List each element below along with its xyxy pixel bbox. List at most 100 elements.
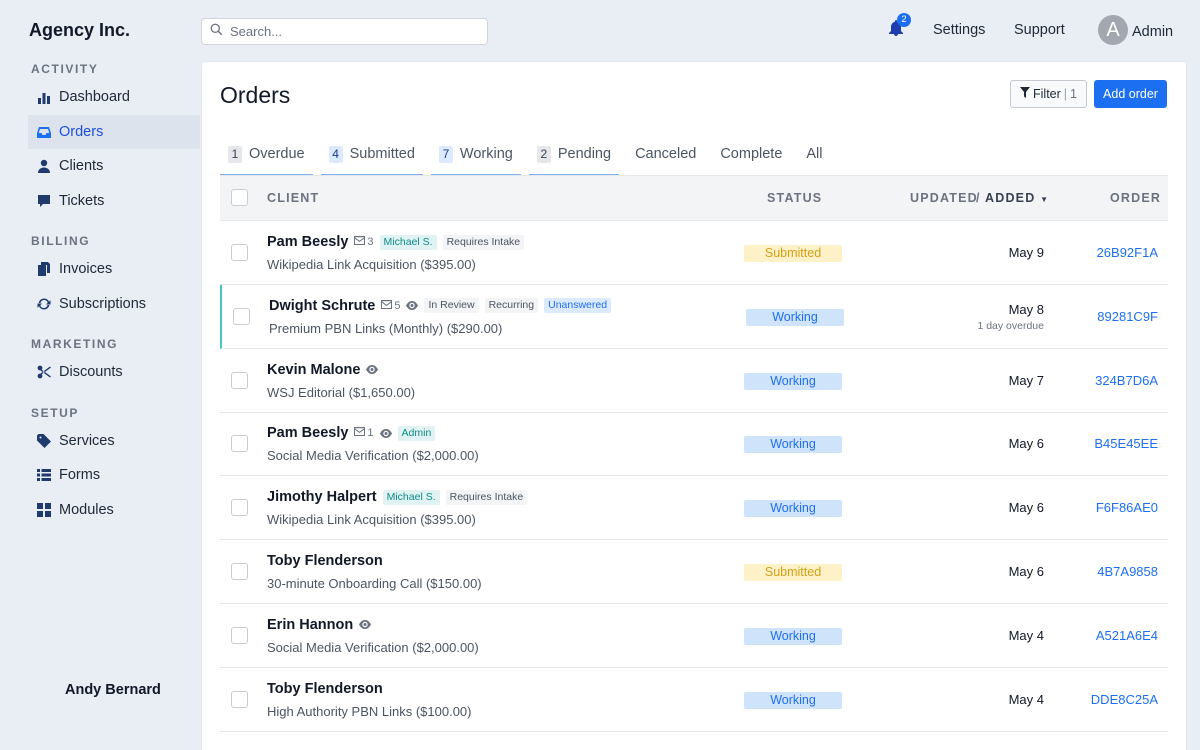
invoice-icon [37,262,51,277]
row-checkbox[interactable] [231,499,248,517]
sidebar-item-label: Discounts [59,364,123,381]
status-badge: Working [744,691,842,709]
orders-panel: Orders Filter | 1 Add order 1 Overdue 4 Sub… [202,62,1186,750]
table-row[interactable]: Jimothy Halpert Michael S. Requires Intake… [220,476,1168,541]
sidebar-item-label: Services [59,432,115,449]
filter-separator: | [1063,87,1068,101]
message-count: 1 [354,427,374,439]
order-id-link[interactable]: F6F86AE0 [1096,500,1158,515]
order-id-link[interactable]: DDE8C25A [1091,692,1158,707]
client-line: Kevin Malone [267,362,379,378]
table-row[interactable]: Toby Flenderson High Authority PBN Links … [220,668,1168,732]
updated-date: May 7 [1008,372,1044,388]
column-header-client[interactable]: CLIENT [267,191,319,205]
row-checkbox[interactable] [231,371,248,389]
brand-logo[interactable]: Agency Inc. [29,20,130,41]
support-link[interactable]: Support [1014,22,1065,38]
order-id-link[interactable]: 4B7A9858 [1097,564,1158,579]
sidebar-item-clients[interactable]: Clients [28,149,200,184]
inbox-icon [37,125,51,139]
tab-overdue[interactable]: 1 Overdue [220,146,313,176]
sidebar-item-modules[interactable]: Modules [28,493,200,528]
select-all-checkbox[interactable] [231,189,248,206]
service-description: Premium PBN Links (Monthly) ($290.00) [269,320,503,336]
add-order-button[interactable]: Add order [1094,80,1167,108]
sidebar-item-forms[interactable]: Forms [28,458,200,493]
order-id-link[interactable]: 26B92F1A [1097,245,1158,260]
client-name[interactable]: Toby Flenderson [267,553,383,569]
order-id-link[interactable]: A521A6E4 [1096,628,1158,643]
sidebar-item-label: Clients [59,158,104,175]
tab-submitted[interactable]: 4 Submitted [320,146,423,176]
tab-all[interactable]: All [798,146,830,176]
row-checkbox[interactable] [231,435,248,453]
tab-label: Submitted [349,146,415,162]
client-name[interactable]: Jimothy Halpert [267,489,377,505]
tab-count-badge: 4 [328,146,343,163]
client-name[interactable]: Pam Beesly [267,425,348,441]
row-checkbox[interactable] [231,244,248,261]
table-row[interactable]: Pam Beesly 3 Michael S. Requires Intake Wiki… [220,221,1168,285]
table-row[interactable]: Dwight Schrute 5 In Review Recurring Unanswe… [220,284,1168,349]
service-description: Wikipedia Link Acquisition ($395.00) [267,512,476,528]
client-name[interactable]: Dwight Schrute [269,298,375,314]
tab-complete[interactable]: Complete [712,146,790,176]
tab-canceled[interactable]: Canceled [627,146,704,176]
filter-button[interactable]: Filter | 1 [1010,80,1087,108]
order-tag: Unanswered [544,298,612,314]
sidebar-item-dashboard[interactable]: Dashboard [28,80,200,115]
status-badge: Working [746,308,844,326]
tab-count-badge: 2 [536,146,551,163]
search-box[interactable] [201,18,488,45]
order-id-link[interactable]: B45E45EE [1094,436,1158,451]
filter-count: 1 [1070,87,1077,101]
updated-date: May 4 [1008,691,1044,707]
sidebar-item-label: Tickets [59,192,105,209]
envelope-icon [354,236,366,248]
page-title: Orders [220,82,291,108]
tab-working[interactable]: 7 Working [430,146,521,176]
sidebar-item-invoices[interactable]: Invoices [28,252,200,287]
sidebar-item-orders[interactable]: Orders [28,114,200,149]
client-name[interactable]: Erin Hannon [267,617,353,633]
tab-label: Pending [557,146,612,162]
table-row[interactable]: Toby Flenderson 30-minute Onboarding Call… [220,540,1168,604]
row-checkbox[interactable] [231,690,248,708]
tab-pending[interactable]: 2 Pending [528,146,620,176]
order-id-link[interactable]: 324B7D6A [1095,373,1158,388]
sort-caret-icon: ▼ [1040,195,1050,204]
column-header-order[interactable]: ORDER [1110,191,1161,205]
table-row[interactable]: Kevin Malone WSJ Editorial ($1,650.00) Wor… [220,349,1168,413]
table-row[interactable]: Erin Hannon Social Media Verification ($2… [220,604,1168,668]
column-header-updated[interactable]: UPDATED [910,191,978,205]
row-checkbox[interactable] [233,307,250,325]
user-menu-label[interactable]: Admin [1132,24,1173,40]
sidebar-item-tickets[interactable]: Tickets [28,184,200,219]
order-id-link[interactable]: 89281C9F [1097,309,1158,324]
column-header-status[interactable]: STATUS [767,191,822,205]
avatar[interactable]: A [1098,15,1128,45]
sidebar-item-subscriptions[interactable]: Subscriptions [28,287,200,322]
list-icon [37,468,51,482]
sidebar-item-discounts[interactable]: Discounts [28,355,200,390]
client-name[interactable]: Toby Flenderson [267,681,383,697]
table-row[interactable]: Pam Beesly 1 Admin Social Media Verificatio… [220,412,1168,477]
client-name-partial: Andy Bernard [65,682,161,698]
message-count-value: 3 [367,236,374,248]
service-description: 30-minute Onboarding Call ($150.00) [267,576,482,591]
notifications-button[interactable]: 2 [889,13,911,38]
order-tag: Michael S. [382,489,440,505]
tab-count-badge: 1 [228,146,242,163]
client-name[interactable]: Kevin Malone [267,362,360,378]
sidebar-item-label: Modules [59,501,114,518]
row-checkbox[interactable] [231,563,248,580]
settings-link[interactable]: Settings [933,22,985,38]
status-badge: Submitted [744,564,842,581]
sidebar-item-services[interactable]: Services [28,424,200,459]
eye-icon [366,365,379,375]
column-header-added[interactable]: ADDED ▼ [985,191,1049,205]
search-input[interactable] [230,24,470,39]
client-line: Dwight Schrute 5 In Review Recurring Unanswe… [269,298,612,314]
row-checkbox[interactable] [231,626,248,644]
client-name[interactable]: Pam Beesly [267,234,348,250]
